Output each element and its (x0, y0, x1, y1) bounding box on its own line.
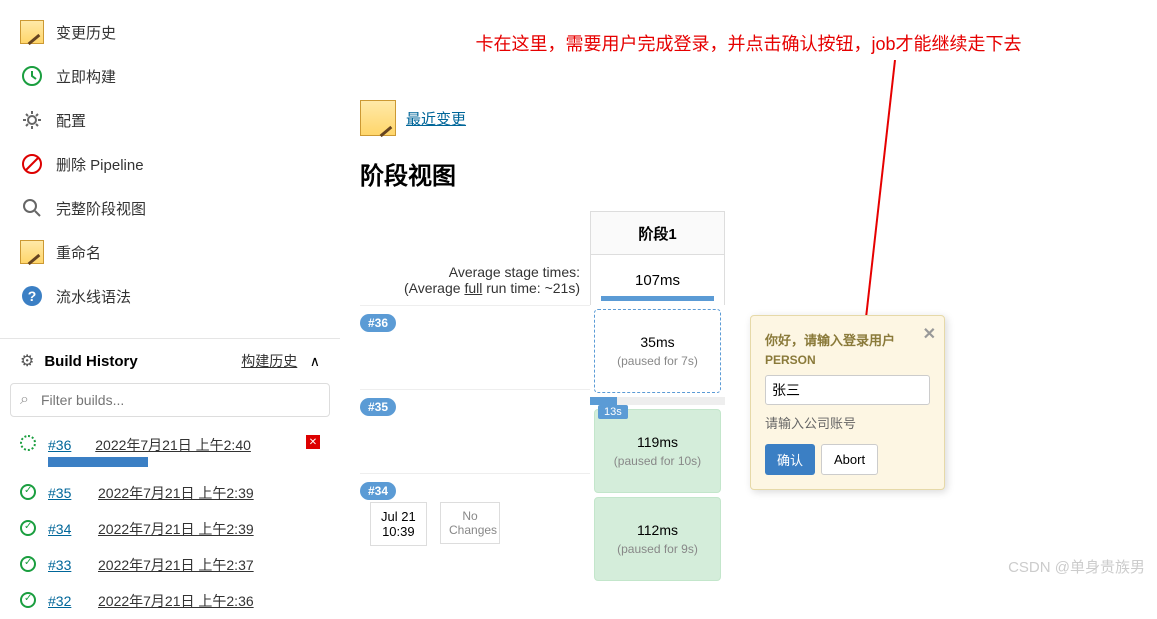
stage-cell-done[interactable]: 119ms (paused for 10s) (594, 409, 721, 493)
forbidden-icon (20, 152, 44, 176)
close-icon[interactable]: ✕ (923, 324, 936, 344)
abort-button[interactable]: Abort (821, 444, 878, 475)
nav-label: 变更历史 (56, 22, 116, 43)
build-number[interactable]: #33 (48, 557, 78, 573)
time-badge: 13s (598, 405, 628, 419)
build-time[interactable]: 2022年7月21日 上午2:39 (98, 519, 254, 539)
success-icon (20, 592, 38, 610)
main-content: 卡在这里，需要用户完成登录，并点击确认按钮，job才能继续走下去 最近变更 阶段… (340, 0, 1157, 585)
build-time[interactable]: 2022年7月21日 上午2:39 (98, 483, 254, 503)
nav-label: 立即构建 (56, 66, 116, 87)
avg-label-row: Average stage times: (Average full run t… (360, 255, 590, 305)
confirm-button[interactable]: 确认 (765, 444, 815, 475)
stage-header: 阶段1 (590, 211, 725, 255)
success-icon (20, 520, 38, 538)
filter-builds-input[interactable] (10, 383, 330, 417)
success-icon (20, 556, 38, 574)
nav-build-now[interactable]: 立即构建 (0, 54, 340, 98)
run-date: Jul 21 10:39 (370, 502, 427, 546)
stage-table: Average stage times: (Average full run t… (360, 211, 1137, 585)
svg-text:?: ? (28, 288, 37, 304)
build-history-link[interactable]: 构建历史 (241, 353, 297, 369)
build-time[interactable]: 2022年7月21日 上午2:36 (98, 591, 254, 611)
cancel-build-button[interactable]: ✕ (306, 435, 320, 449)
progress-strip: 13s (590, 397, 725, 405)
person-input[interactable] (765, 375, 930, 405)
nav-configure[interactable]: 配置 (0, 98, 340, 142)
build-number[interactable]: #36 (48, 437, 71, 453)
input-popup: ✕ 你好，请输入登录用户 PERSON 请输入公司账号 确认 Abort (750, 315, 945, 490)
nav-change-history[interactable]: 变更历史 (0, 10, 340, 54)
recent-changes-link[interactable]: 最近变更 (406, 108, 466, 129)
build-time[interactable]: 2022年7月21日 上午2:40 (95, 437, 251, 453)
build-number[interactable]: #34 (48, 521, 78, 537)
notepad-icon (20, 240, 44, 264)
popup-hint: 请输入公司账号 (765, 413, 930, 432)
stage-view-title: 阶段视图 (360, 156, 1137, 191)
sidebar: 变更历史 立即构建 配置 删除 Pipeline 完整阶段视图 重命名 ? 流水… (0, 0, 340, 585)
recent-changes[interactable]: 最近变更 (360, 100, 1137, 136)
cog-icon: ⚙ (20, 351, 34, 371)
success-icon (20, 484, 38, 502)
clock-icon (20, 64, 44, 88)
nav-label: 重命名 (56, 242, 101, 263)
search-icon: ⌕ (20, 391, 29, 409)
build-number[interactable]: #32 (48, 593, 78, 609)
nav-full-stage-view[interactable]: 完整阶段视图 (0, 186, 340, 230)
run-badge: #36 (360, 314, 396, 332)
popup-field-label: PERSON (765, 353, 930, 367)
build-row[interactable]: #34 2022年7月21日 上午2:39 (0, 511, 340, 547)
nav-label: 流水线语法 (56, 286, 131, 307)
build-history-header[interactable]: ⚙ Build History 构建历史 ∧ (0, 339, 340, 383)
build-history-title: Build History (44, 353, 137, 370)
run-row[interactable]: #34 Jul 21 10:39 No Changes (360, 473, 590, 557)
stage-cell-done[interactable]: 112ms (paused for 9s) (594, 497, 721, 581)
build-number[interactable]: #35 (48, 485, 78, 501)
nav-delete-pipeline[interactable]: 删除 Pipeline (0, 142, 340, 186)
build-row[interactable]: #33 2022年7月21日 上午2:37 (0, 547, 340, 583)
notepad-icon (360, 100, 396, 136)
avg-time: 107ms (590, 255, 725, 305)
annotation-text: 卡在这里，需要用户完成登录，并点击确认按钮，job才能继续走下去 (340, 30, 1157, 56)
nav-label: 删除 Pipeline (56, 154, 144, 175)
nav-rename[interactable]: 重命名 (0, 230, 340, 274)
build-history-section: ⚙ Build History 构建历史 ∧ ⌕ #36 2022年7月21日 … (0, 338, 340, 619)
magnifier-icon (20, 196, 44, 220)
build-row[interactable]: #32 2022年7月21日 上午2:36 (0, 583, 340, 619)
build-time[interactable]: 2022年7月21日 上午2:37 (98, 555, 254, 575)
run-row[interactable]: #35 (360, 389, 590, 473)
running-icon (20, 435, 38, 453)
stage-cell-running[interactable]: 35ms (paused for 7s) (594, 309, 721, 393)
build-progress (48, 457, 148, 467)
popup-title: 你好，请输入登录用户 (765, 330, 930, 349)
notepad-icon (20, 20, 44, 44)
watermark: CSDN @单身贵族男 (1008, 556, 1145, 577)
run-row[interactable]: #36 (360, 305, 590, 389)
run-badge: #34 (360, 482, 396, 500)
nav-pipeline-syntax[interactable]: ? 流水线语法 (0, 274, 340, 318)
nav-label: 配置 (56, 110, 86, 131)
run-badge: #35 (360, 398, 396, 416)
build-row[interactable]: #36 2022年7月21日 上午2:40 ✕ (0, 427, 340, 475)
nav-label: 完整阶段视图 (56, 198, 146, 219)
gear-icon (20, 108, 44, 132)
chevron-up-icon: ∧ (310, 353, 320, 369)
help-icon: ? (20, 284, 44, 308)
no-changes: No Changes (440, 502, 500, 544)
build-row[interactable]: #35 2022年7月21日 上午2:39 (0, 475, 340, 511)
